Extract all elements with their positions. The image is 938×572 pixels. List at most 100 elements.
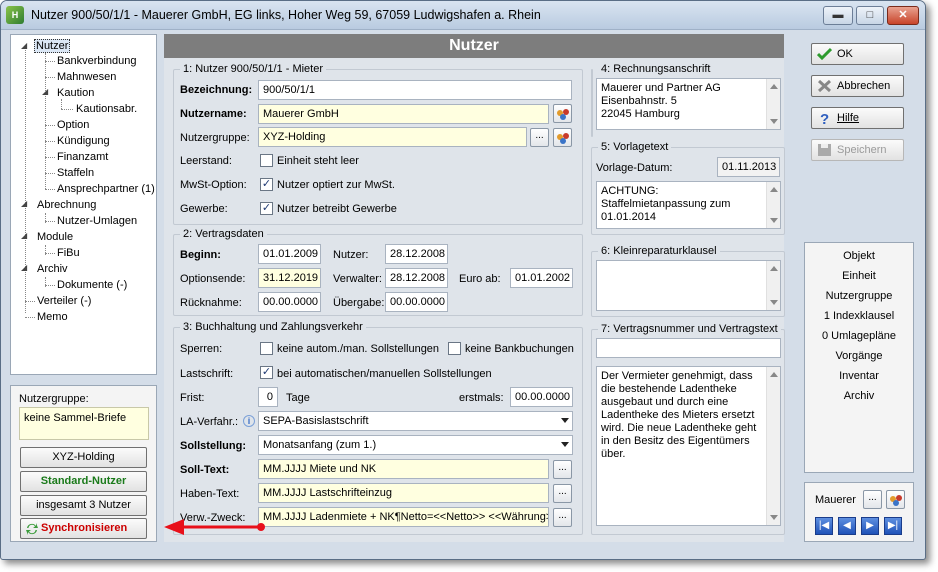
nutzergruppe-field[interactable]: XYZ-Holding [258, 127, 527, 147]
tree-item-kaution[interactable]: Kaution [57, 86, 94, 100]
people-icon[interactable] [886, 490, 905, 509]
tree-item-fibu[interactable]: FiBu [57, 246, 80, 260]
tree-item-nutzer-umlagen[interactable]: Nutzer-Umlagen [57, 214, 137, 228]
optionsende-field[interactable]: 31.12.2019 [258, 268, 321, 288]
collapse-icon[interactable]: ◢ [42, 87, 48, 96]
haben-text-field[interactable]: MM.JJJJ Lastschrifteinzug [258, 483, 549, 503]
lastschrift-label: Lastschrift: [180, 368, 234, 380]
vorlagetext-textarea[interactable]: ACHTUNG: Staffelmietanpassung zum 01.01.… [596, 181, 781, 229]
scrollbar[interactable] [766, 367, 780, 525]
link-nutzergruppe[interactable]: Nutzergruppe [805, 290, 913, 302]
sollstellung-label: Sollstellung: [180, 440, 246, 452]
tree-item-memo[interactable]: Memo [37, 310, 68, 324]
save-button[interactable]: Speichern [811, 139, 904, 161]
tree-item-nutzer[interactable]: Nutzer [34, 39, 71, 53]
link-indexklausel[interactable]: 1 Indexklausel [805, 310, 913, 322]
standard-nutzer-button[interactable]: Standard-Nutzer [20, 471, 147, 492]
frist-field[interactable]: 0 [258, 387, 278, 407]
link-vorgaenge[interactable]: Vorgänge [805, 350, 913, 362]
sollstellung-sperre-checkbox[interactable] [260, 342, 273, 355]
erstmals-field[interactable]: 00.00.0000 [510, 387, 573, 407]
related-links-panel: Objekt Einheit Nutzergruppe 1 Indexklaus… [804, 242, 914, 473]
la-verfahren-select[interactable]: SEPA-Basislastschrift [258, 411, 573, 431]
tree-item-ansprechpartner[interactable]: Ansprechpartner (1) [57, 182, 155, 196]
bezeichnung-field[interactable]: 900/50/1/1 [258, 80, 572, 100]
scrollbar[interactable] [766, 182, 780, 228]
ok-button[interactable]: OK [811, 43, 904, 65]
link-objekt[interactable]: Objekt [805, 250, 913, 262]
tree-item-mahnwesen[interactable]: Mahnwesen [57, 70, 116, 84]
vertragsnummer-field[interactable] [596, 338, 781, 358]
tree-item-kuendigung[interactable]: Kündigung [57, 134, 110, 148]
help-button[interactable]: ? Hilfe [811, 107, 904, 129]
people-icon[interactable] [553, 104, 572, 123]
soll-text-label: Soll-Text: [180, 464, 230, 476]
collapse-icon[interactable]: ◢ [21, 199, 27, 208]
synchronize-button[interactable]: Synchronisieren [20, 518, 147, 539]
browse-button[interactable]: ... [553, 484, 572, 503]
save-label: Speichern [837, 144, 887, 156]
collapse-icon[interactable]: ◢ [21, 231, 27, 240]
tree-item-staffeln[interactable]: Staffeln [57, 166, 94, 180]
nutzername-field[interactable]: Mauerer GmbH [258, 104, 549, 124]
tree-item-abrechnung[interactable]: Abrechnung [37, 198, 96, 212]
nutzergruppe-button[interactable]: XYZ-Holding [20, 447, 147, 468]
main-content: 1: Nutzer 900/50/1/1 - Mieter Bezeichnun… [164, 58, 785, 542]
nutzername-label: Nutzername: [180, 108, 247, 120]
tree-item-module[interactable]: Module [37, 230, 73, 244]
mwst-checkbox[interactable]: ✓ [260, 178, 273, 191]
vertragstext-textarea[interactable]: Der Vermieter genehmigt, dass die besteh… [596, 366, 781, 526]
ruecknahme-field[interactable]: 00.00.0000 [258, 292, 321, 312]
link-archiv[interactable]: Archiv [805, 390, 913, 402]
link-umlageplaene[interactable]: 0 Umlagepläne [805, 330, 913, 342]
minimize-button[interactable]: ▬ [823, 6, 853, 25]
rechnungsanschrift-textarea[interactable]: Mauerer und Partner AG Eisenbahnstr. 5 2… [596, 78, 781, 130]
first-record-icon[interactable]: |◀ [815, 517, 833, 535]
tree-item-kautionsabr[interactable]: Kautionsabr. [76, 102, 137, 116]
maximize-button[interactable]: □ [856, 6, 884, 25]
leerstand-checkbox[interactable] [260, 154, 273, 167]
gewerbe-checkbox[interactable]: ✓ [260, 202, 273, 215]
lastschrift-checkbox[interactable]: ✓ [260, 366, 273, 379]
cancel-button[interactable]: Abbrechen [811, 75, 904, 97]
tree-item-option[interactable]: Option [57, 118, 89, 132]
nutzer-date-field[interactable]: 28.12.2008 [385, 244, 448, 264]
tree-item-finanzamt[interactable]: Finanzamt [57, 150, 108, 164]
bankbuchung-sperre-checkbox[interactable] [448, 342, 461, 355]
browse-button[interactable]: ... [553, 460, 572, 479]
tree-item-dokumente[interactable]: Dokumente (-) [57, 278, 127, 292]
close-button[interactable]: ✕ [887, 6, 919, 25]
verwalter-field[interactable]: 28.12.2008 [385, 268, 448, 288]
annotation-arrow [164, 519, 265, 535]
beginn-field[interactable]: 01.01.2009 [258, 244, 321, 264]
app-icon: H [6, 6, 24, 24]
link-inventar[interactable]: Inventar [805, 370, 913, 382]
sollstellung-value: Monatsanfang (zum 1.) [263, 439, 377, 451]
tree-item-archiv[interactable]: Archiv [37, 262, 68, 276]
collapse-icon[interactable]: ◢ [21, 41, 27, 50]
gewerbe-text: Nutzer betreibt Gewerbe [277, 203, 397, 215]
tree-item-verteiler[interactable]: Verteiler (-) [37, 294, 91, 308]
people-icon[interactable] [553, 128, 572, 147]
link-einheit[interactable]: Einheit [805, 270, 913, 282]
scrollbar[interactable] [766, 79, 780, 129]
soll-text-field[interactable]: MM.JJJJ Miete und NK [258, 459, 549, 479]
collapse-icon[interactable]: ◢ [21, 263, 27, 272]
tree-item-bankverbindung[interactable]: Bankverbindung [57, 54, 137, 68]
vorlage-datum-field[interactable]: 01.11.2013 [717, 157, 780, 177]
previous-record-icon[interactable]: ◀ [838, 517, 856, 535]
kleinreparatur-textarea[interactable] [596, 260, 781, 311]
info-icon[interactable]: i [243, 415, 255, 427]
euro-ab-field[interactable]: 01.01.2002 [510, 268, 573, 288]
next-record-icon[interactable]: ▶ [861, 517, 879, 535]
sollstellung-select[interactable]: Monatsanfang (zum 1.) [258, 435, 573, 455]
last-record-icon[interactable]: ▶| [884, 517, 902, 535]
verwendungszweck-field[interactable]: MM.JJJJ Ladenmiete + NK¶Netto=<<Netto>> … [258, 507, 549, 527]
browse-button[interactable]: ... [530, 128, 549, 147]
browse-button[interactable]: ... [863, 490, 882, 509]
scrollbar[interactable] [766, 261, 780, 310]
total-nutzer-button[interactable]: insgesamt 3 Nutzer [20, 495, 147, 516]
browse-button[interactable]: ... [553, 508, 572, 527]
section-title: 7: Vertragsnummer und Vertragstext [598, 323, 781, 335]
uebergabe-field[interactable]: 00.00.0000 [385, 292, 448, 312]
